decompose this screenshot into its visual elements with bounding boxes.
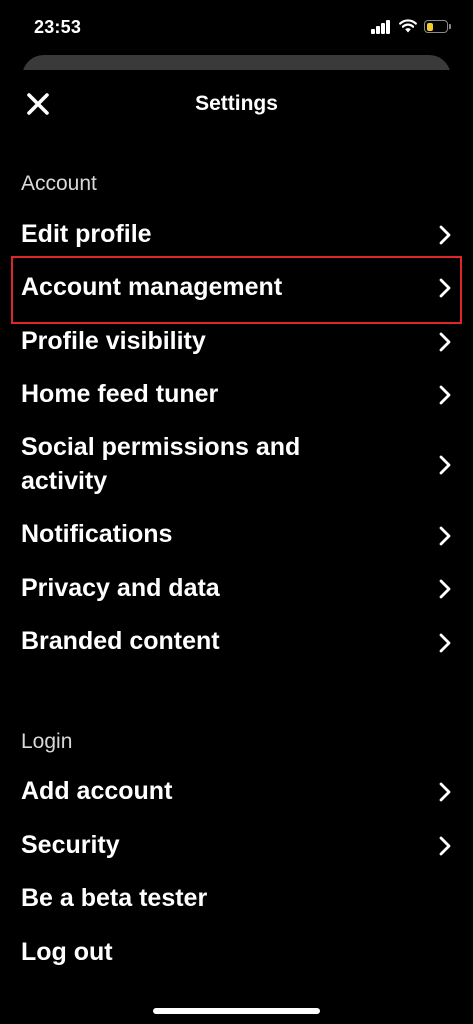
menu-item-edit-profile[interactable]: Edit profile — [0, 216, 473, 254]
menu-item-profile-visibility[interactable]: Profile visibility — [0, 324, 473, 362]
battery-cap — [449, 24, 451, 29]
chevron-right-icon — [439, 579, 451, 599]
menu-item-label: Profile visibility — [21, 327, 206, 355]
menu-item-home-feed-tuner[interactable]: Home feed tuner — [0, 377, 473, 415]
menu-item-branded-content[interactable]: Branded content — [0, 624, 473, 662]
menu-item-label: Security — [21, 831, 120, 859]
battery-level — [426, 22, 433, 31]
chevron-right-icon — [439, 225, 451, 245]
menu-item-label: Home feed tuner — [21, 380, 219, 408]
chevron-right-icon — [439, 836, 451, 856]
section-heading-account: Account — [21, 172, 97, 195]
menu-item-label: Add account — [21, 777, 173, 805]
home-indicator — [153, 1008, 320, 1014]
battery-icon — [424, 20, 448, 33]
menu-item-be-a-beta-tester[interactable]: Be a beta tester — [0, 881, 473, 919]
menu-item-label: Log out — [21, 938, 113, 966]
chevron-right-icon — [439, 782, 451, 802]
menu-item-notifications[interactable]: Notifications — [0, 517, 473, 555]
menu-item-label: Notifications — [21, 520, 173, 548]
section-heading-login: Login — [21, 730, 73, 753]
chevron-right-icon — [439, 332, 451, 352]
menu-item-label: Privacy and data — [21, 574, 220, 602]
chevron-right-icon — [439, 526, 451, 546]
menu-item-label: Edit profile — [21, 220, 152, 248]
menu-item-log-out[interactable]: Log out — [0, 935, 473, 973]
status-bar: 23:53 — [0, 0, 473, 56]
menu-item-add-account[interactable]: Add account — [0, 774, 473, 812]
menu-item-label: Social permissions and activity — [21, 433, 301, 495]
highlight-annotation-box — [11, 256, 462, 324]
wifi-icon — [399, 19, 417, 33]
chevron-right-icon — [439, 455, 451, 475]
menu-item-label: Branded content — [21, 627, 220, 655]
cellular-signal-icon — [371, 20, 391, 34]
menu-item-label: Be a beta tester — [21, 884, 208, 912]
status-time: 23:53 — [34, 17, 82, 37]
chevron-right-icon — [439, 633, 451, 653]
menu-item-privacy-and-data[interactable]: Privacy and data — [0, 571, 473, 609]
menu-item-social-permissions[interactable]: Social permissions and activity — [0, 430, 473, 500]
page-title: Settings — [195, 92, 278, 115]
chevron-right-icon — [439, 385, 451, 405]
menu-item-security[interactable]: Security — [0, 828, 473, 866]
